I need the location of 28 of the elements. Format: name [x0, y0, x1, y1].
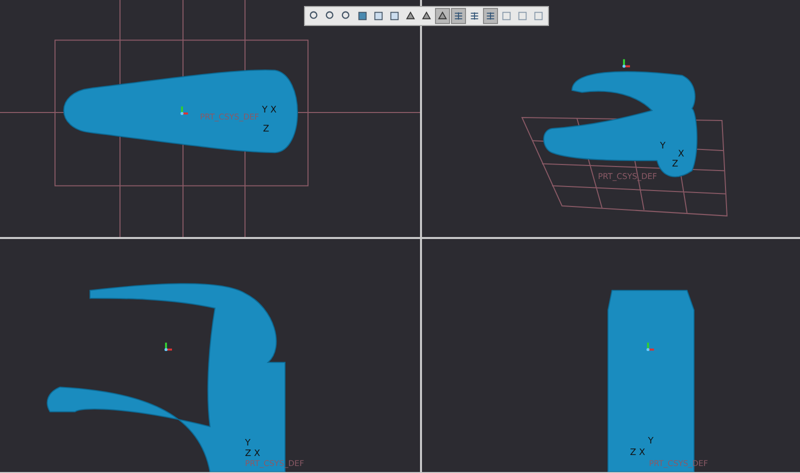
square-icon	[373, 10, 384, 22]
axis-triad-icon	[646, 342, 654, 352]
axis-triad-icon	[622, 59, 630, 68]
axis-label: Y	[660, 142, 666, 152]
axis-triad-icon	[164, 342, 172, 352]
triangle-icon	[405, 10, 416, 22]
axis-label: Z	[263, 124, 270, 135]
triangle-icon	[421, 10, 432, 22]
grid-icon	[453, 10, 464, 22]
grid-icon	[469, 10, 480, 22]
axis-label: Z	[672, 160, 678, 170]
axis-label: Z X	[630, 448, 646, 458]
axis-label: Z X	[245, 449, 260, 460]
square-outline-icon	[517, 10, 528, 22]
toolbar-button[interactable]	[435, 8, 450, 24]
axis-label: X	[678, 150, 684, 160]
grid-icon	[485, 10, 496, 22]
square-outline-icon	[533, 10, 544, 22]
csys-label: PRT_CSYS_DEF	[200, 112, 260, 122]
axis-label: Y	[245, 438, 250, 448]
axis-label: Y	[648, 436, 654, 446]
viewport[interactable]: Y X Z PRT_CSYS_DEF	[0, 0, 420, 237]
axis-label: Y X	[262, 105, 276, 116]
axis-triad-icon	[180, 106, 188, 115]
square-icon	[357, 10, 368, 22]
square-outline-icon	[501, 10, 512, 22]
square-icon	[389, 10, 400, 22]
triangle-icon	[437, 10, 448, 22]
